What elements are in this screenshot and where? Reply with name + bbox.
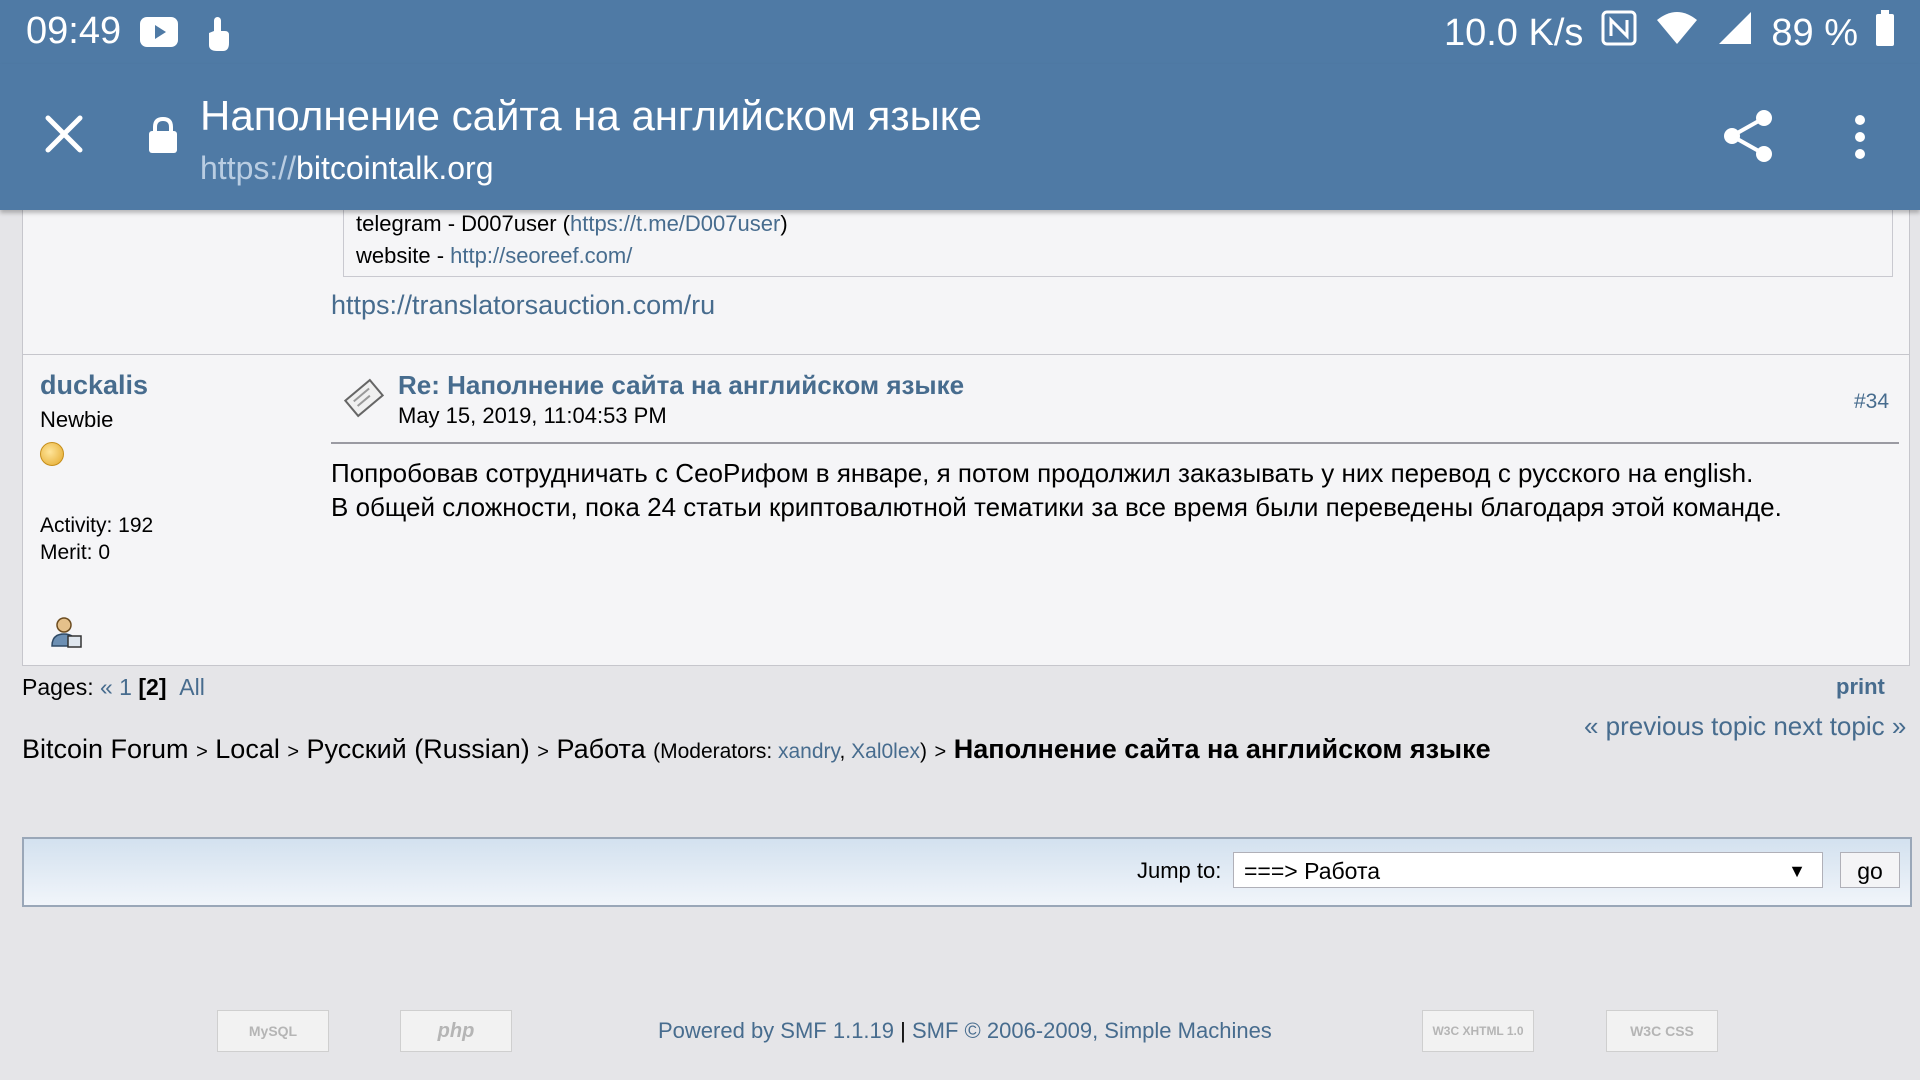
cell-signal-icon [1717, 10, 1753, 56]
moderator-xal0lex[interactable]: Xal0lex [851, 740, 920, 763]
print-link[interactable]: print [1836, 672, 1885, 702]
post-number-link[interactable]: #34 [1854, 388, 1889, 416]
nfc-icon [1601, 10, 1637, 56]
w3c-xhtml-badge[interactable]: W3C XHTML 1.0 [1422, 1010, 1534, 1052]
post-body-line-1: Попробовав сотрудничать с СеоРифом в янв… [331, 458, 1754, 488]
author-merit: Merit: 0 [40, 541, 111, 564]
jump-to-select[interactable]: ===> Работа ▼ [1233, 852, 1823, 888]
wifi-icon [1655, 10, 1699, 56]
mysql-badge[interactable]: MySQL [217, 1010, 329, 1052]
browser-toolbar: Наполнение сайта на английском языке htt… [0, 64, 1920, 210]
previous-topic-link[interactable]: « previous topic [1584, 711, 1766, 741]
touch-icon [203, 13, 233, 58]
share-icon[interactable] [1722, 108, 1774, 169]
page-url: https://bitcointalk.org [200, 150, 493, 187]
php-badge[interactable]: php [400, 1010, 512, 1052]
status-right: 10.0 K/s 89 % [1444, 10, 1894, 56]
go-button[interactable]: go [1840, 852, 1900, 888]
all-pages-link[interactable]: All [179, 674, 205, 700]
next-topic-link[interactable]: next topic » [1773, 711, 1906, 741]
battery-level: 89 % [1771, 11, 1858, 54]
telegram-line: telegram - D007user (https://t.me/D007us… [356, 211, 788, 236]
status-time: 09:49 [26, 10, 122, 52]
pagination: Pages: « 1 [2] All [22, 674, 205, 700]
post-author[interactable]: duckalis [40, 368, 148, 402]
footer-credits: Powered by SMF 1.1.19 | SMF © 2006-2009,… [658, 1018, 1272, 1043]
dropdown-arrow-icon: ▼ [1788, 861, 1806, 881]
signature-link[interactable]: https://translatorsauction.com/ru [331, 288, 715, 322]
telegram-link[interactable]: https://t.me/D007user [570, 211, 780, 236]
url-scheme: https:// [200, 150, 297, 186]
breadcrumb-board[interactable]: Работа [556, 734, 645, 764]
battery-icon [1876, 10, 1894, 56]
post-title-link[interactable]: Re: Наполнение сайта на английском языке [398, 368, 964, 402]
close-icon[interactable] [44, 114, 84, 159]
author-activity: Activity: 192 [40, 514, 154, 537]
post-icon [342, 376, 386, 425]
url-host: bitcointalk.org [296, 150, 494, 186]
smf-copyright-link[interactable]: SMF © 2006-2009, Simple Machines [912, 1018, 1272, 1043]
breadcrumb-local[interactable]: Local [215, 734, 280, 764]
jump-label: Jump to: [1137, 858, 1222, 883]
youtube-icon [140, 17, 178, 52]
post-body-line-2: В общей сложности, пока 24 статьи крипто… [331, 492, 1782, 522]
current-page: [2] [138, 674, 167, 700]
rank-coin-icon [40, 442, 64, 466]
powered-by-smf-link[interactable]: Powered by SMF 1.1.19 [658, 1018, 894, 1043]
page-title: Наполнение сайта на английском языке [200, 92, 982, 139]
more-options-icon[interactable] [1852, 114, 1868, 165]
moderator-xandry[interactable]: xandry [778, 740, 839, 763]
topic-nav: « previous topic next topic » [1584, 710, 1906, 742]
profile-icon[interactable] [50, 616, 82, 653]
website-link[interactable]: http://seoreef.com/ [450, 243, 632, 268]
breadcrumb-russian[interactable]: Русский (Russian) [307, 734, 530, 764]
jump-selected-value: ===> Работа [1244, 858, 1381, 884]
post-date: May 15, 2019, 11:04:53 PM [398, 403, 667, 428]
w3c-css-badge[interactable]: W3C CSS [1606, 1010, 1718, 1052]
page-1-link[interactable]: « 1 [100, 674, 132, 700]
lock-icon [148, 116, 178, 159]
website-line: website - http://seoreef.com/ [356, 243, 633, 268]
author-rank: Newbie [40, 407, 114, 432]
network-speed: 10.0 K/s [1443, 11, 1584, 54]
breadcrumb-forum[interactable]: Bitcoin Forum [22, 734, 189, 764]
status-bar: 09:49 10.0 K/s 89 % [0, 0, 1920, 64]
breadcrumb: Bitcoin Forum > Local > Русский (Russian… [22, 734, 1491, 764]
breadcrumb-topic: Наполнение сайта на английском языке [953, 734, 1491, 764]
post-header-divider [331, 442, 1899, 444]
forum-content: telegram - D007user (https://t.me/D007us… [0, 206, 1920, 1080]
